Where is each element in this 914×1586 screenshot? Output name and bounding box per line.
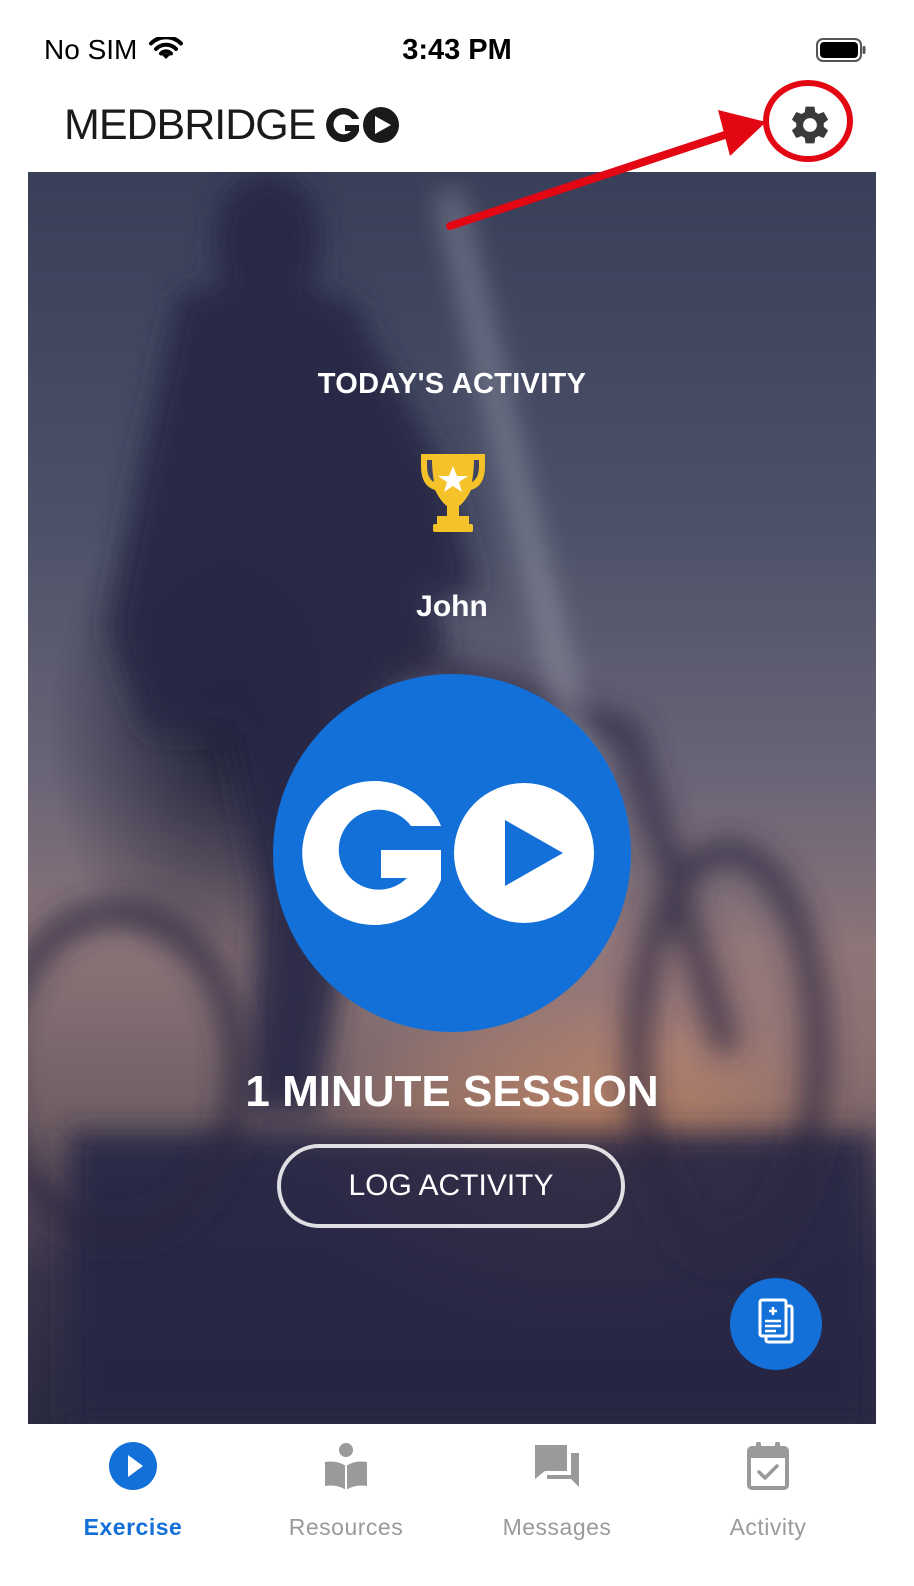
tab-resources-label: Resources xyxy=(288,1514,404,1540)
tab-messages-label: Messages xyxy=(502,1514,612,1540)
logo-go-icon xyxy=(326,107,400,143)
tab-activity[interactable]: Activity xyxy=(668,1440,868,1550)
tab-activity-label: Activity xyxy=(729,1514,807,1540)
trophy-icon xyxy=(421,454,485,532)
play-circle-icon xyxy=(109,1442,157,1490)
app-header: MEDBRIDGE xyxy=(0,100,914,174)
session-duration-label: 1 MINUTE SESSION xyxy=(245,1067,659,1116)
user-name: John xyxy=(416,590,488,623)
log-activity-button[interactable]: LOG ACTIVITY xyxy=(277,1144,625,1228)
status-time: 3:43 PM xyxy=(402,34,512,66)
app-screen: No SIM 3:43 PM MEDBRIDGE TODAY'S ACTIVIT… xyxy=(0,0,914,1586)
logo-text: MEDBRIDGE xyxy=(64,100,316,149)
battery-icon xyxy=(816,38,866,62)
tab-exercise[interactable]: Exercise xyxy=(33,1440,233,1550)
gear-icon xyxy=(792,106,828,144)
tab-exercise-label: Exercise xyxy=(83,1514,183,1540)
go-logo-icon xyxy=(302,781,594,925)
bottom-tab-bar: Exercise Resources Messages Activity xyxy=(0,1424,914,1586)
hero-background: TODAY'S ACTIVITY John 1 MINUTE SESSION L… xyxy=(28,172,876,1424)
medbridge-go-logo: MEDBRIDGE xyxy=(64,100,401,150)
document-add-icon xyxy=(758,1298,794,1344)
add-note-fab[interactable] xyxy=(730,1278,822,1370)
calendar-check-icon xyxy=(747,1442,789,1490)
reader-book-icon xyxy=(325,1443,367,1490)
chat-bubbles-icon xyxy=(535,1445,579,1487)
go-button[interactable] xyxy=(273,674,631,1032)
status-bar: No SIM 3:43 PM xyxy=(0,0,914,100)
logo-go-mark xyxy=(325,105,401,145)
todays-activity-title: TODAY'S ACTIVITY xyxy=(317,368,587,400)
settings-button[interactable] xyxy=(778,100,842,150)
log-activity-label: LOG ACTIVITY xyxy=(348,1169,554,1202)
tab-messages[interactable]: Messages xyxy=(457,1440,657,1550)
tab-resources[interactable]: Resources xyxy=(246,1440,446,1550)
